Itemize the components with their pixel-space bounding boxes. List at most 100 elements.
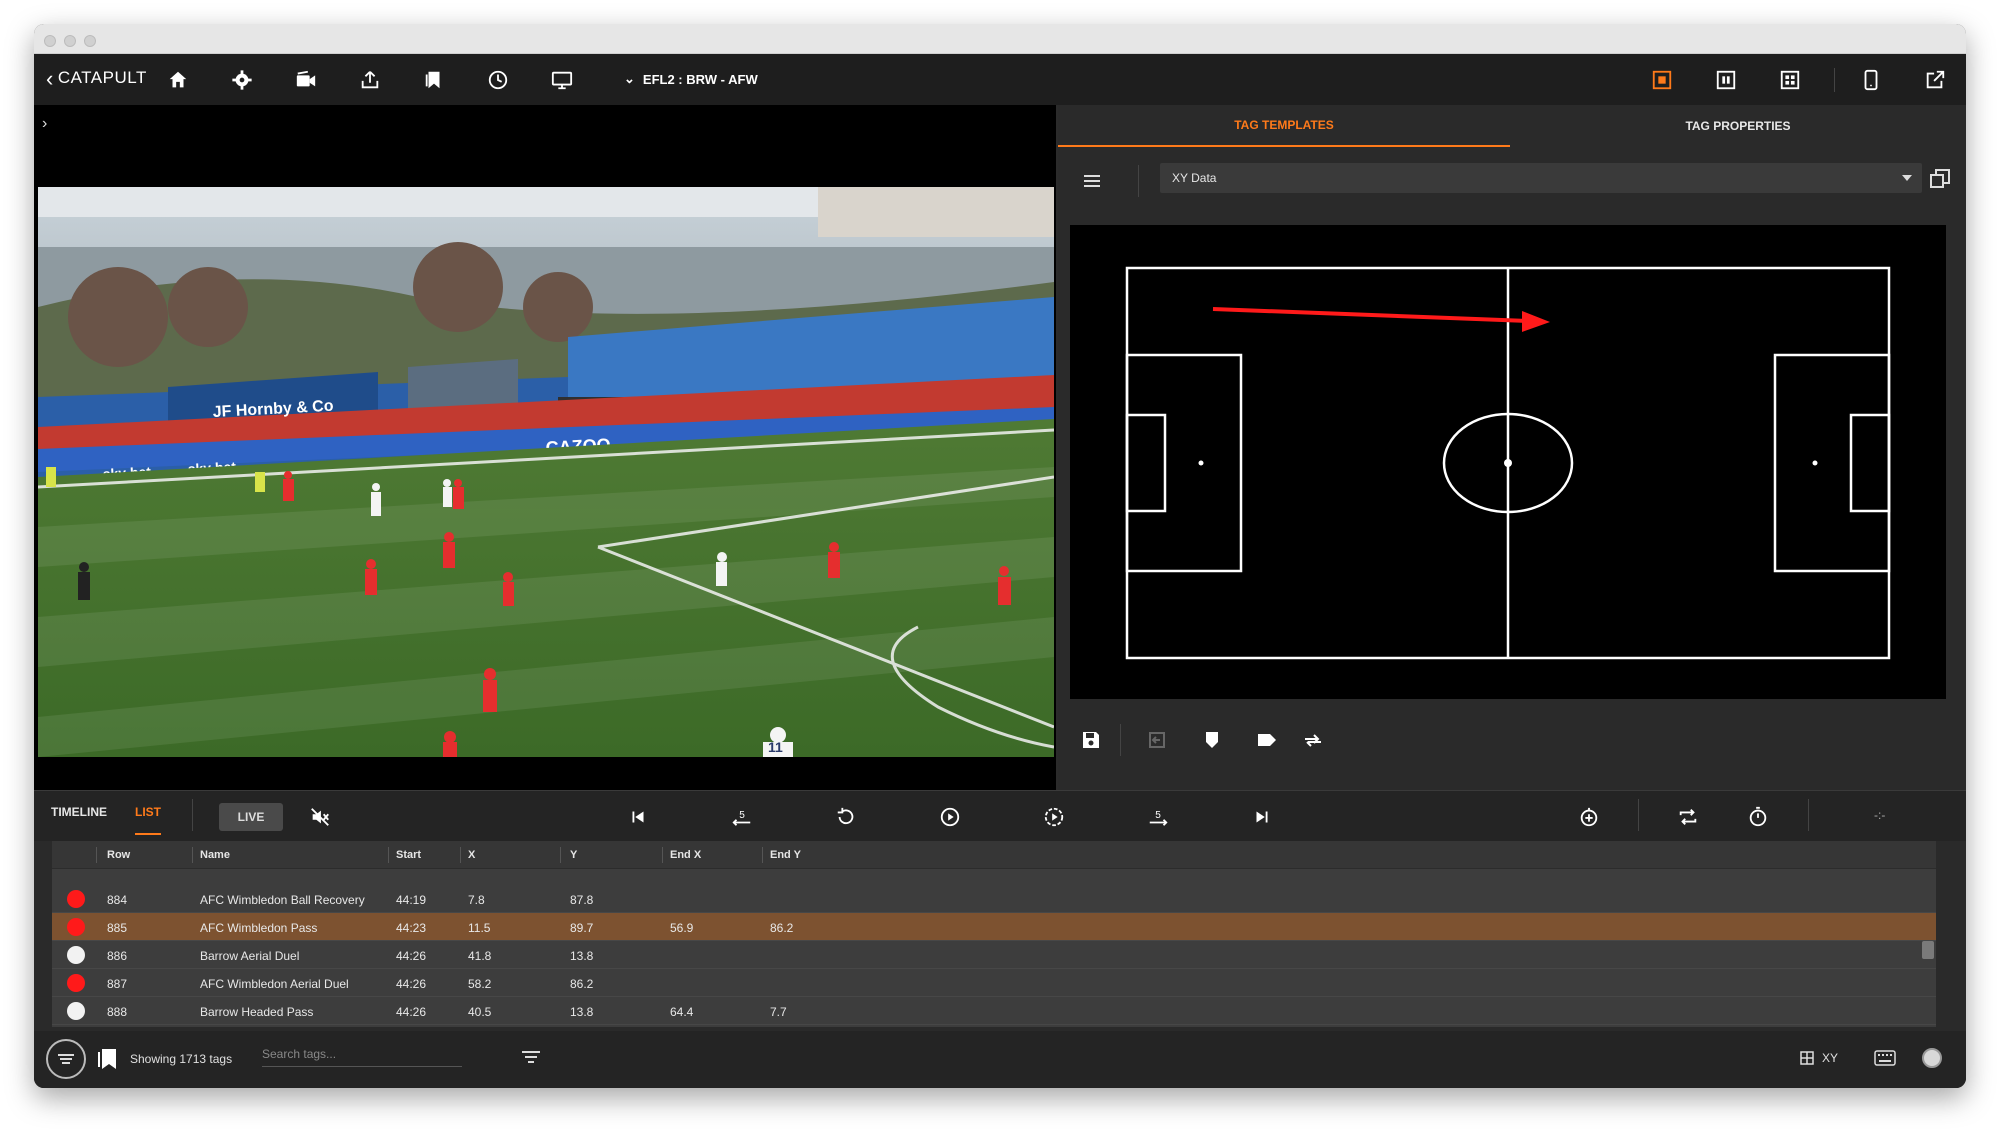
xy-toolbar: [1058, 720, 1966, 760]
tag-list-menu-button[interactable]: [46, 1039, 86, 1079]
match-selector[interactable]: ⌄ EFL2 : BRW - AFW: [624, 71, 758, 87]
cell-end-y: 7.7: [770, 1005, 787, 1019]
tag-list-panel: TIMELINE LIST LIVE 5 5 -:- Row Name Star…: [34, 790, 1966, 1088]
layout-grid-icon: [1780, 70, 1800, 90]
divider: [192, 799, 193, 831]
play-button[interactable]: [936, 803, 964, 831]
column-header-end-x[interactable]: End X: [670, 849, 701, 861]
close-window-button[interactable]: [44, 35, 56, 47]
divider: [1638, 799, 1639, 831]
tab-list[interactable]: LIST: [135, 805, 161, 835]
cell-end-x: 64.4: [670, 1005, 694, 1019]
menu-button[interactable]: [1080, 169, 1104, 193]
cell-y: 89.7: [570, 921, 594, 935]
bookmark-button[interactable]: [420, 66, 448, 94]
save-button[interactable]: [1077, 726, 1105, 754]
table-row[interactable]: 888 Barrow Headed Pass 44:26 40.5 13.8 6…: [52, 997, 1936, 1025]
column-header-start[interactable]: Start: [396, 849, 421, 861]
column-header-x[interactable]: X: [468, 849, 475, 861]
cell-start: 44:23: [396, 921, 427, 935]
bookmark-icon: [98, 1049, 116, 1069]
tag-panel: TAG TEMPLATES TAG PROPERTIES XY Data: [1058, 105, 1966, 790]
layout-grid-button[interactable]: [1776, 66, 1804, 94]
template-select[interactable]: XY Data: [1160, 163, 1922, 193]
table-row[interactable]: 886 Barrow Aerial Duel 44:26 41.8 13.8: [52, 941, 1936, 969]
cell-x: 7.8: [468, 893, 485, 907]
list-lines-icon: [58, 1054, 74, 1064]
column-header-name[interactable]: Name: [200, 849, 230, 861]
keyboard-button[interactable]: [1874, 1050, 1896, 1071]
cell-row: 884: [107, 893, 128, 907]
table-row[interactable]: 887 AFC Wimbledon Aerial Duel 44:26 58.2…: [52, 969, 1936, 997]
add-tag-button[interactable]: [1575, 803, 1603, 831]
skip-end-button[interactable]: [1248, 803, 1276, 831]
xy-pitch-canvas[interactable]: [1070, 225, 1946, 699]
filter-button[interactable]: [522, 1049, 540, 1070]
home-button[interactable]: [164, 66, 192, 94]
cell-start: 44:26: [396, 977, 427, 991]
replay-icon: [837, 807, 854, 825]
hamburger-menu-icon: [1084, 175, 1100, 187]
column-header-y[interactable]: Y: [570, 849, 577, 861]
popout-window-icon: [1930, 169, 1950, 188]
popout-button[interactable]: [1926, 165, 1954, 193]
rewind-5-button[interactable]: 5: [728, 803, 756, 831]
column-divider: [762, 847, 763, 863]
minimize-window-button[interactable]: [64, 35, 76, 47]
layout-split-button[interactable]: [1712, 66, 1740, 94]
mute-button[interactable]: [306, 803, 334, 831]
timer-button[interactable]: [1744, 803, 1772, 831]
import-button[interactable]: [1143, 726, 1171, 754]
cell-row: 886: [107, 949, 128, 963]
layout-single-icon: [1652, 70, 1672, 90]
settings-button[interactable]: [228, 66, 256, 94]
history-button[interactable]: [484, 66, 512, 94]
swap-direction-button[interactable]: [1299, 726, 1327, 754]
external-link-icon: [1926, 70, 1945, 89]
live-button[interactable]: LIVE: [219, 803, 283, 831]
column-divider: [460, 847, 461, 863]
cell-y: 13.8: [570, 1005, 594, 1019]
tag-label-button[interactable]: [1253, 726, 1281, 754]
cell-row: 888: [107, 1005, 128, 1019]
column-header-end-y[interactable]: End Y: [770, 849, 801, 861]
status-indicator-icon[interactable]: [1922, 1048, 1942, 1068]
zoom-window-button[interactable]: [84, 35, 96, 47]
expand-panel-chevron-icon[interactable]: ›: [42, 115, 47, 133]
external-link-button[interactable]: [1921, 66, 1949, 94]
home-icon: [169, 71, 187, 88]
play-step-icon: [1044, 807, 1064, 827]
column-header-row[interactable]: Row: [107, 849, 130, 861]
swap-arrows-icon: [1305, 734, 1321, 747]
tab-tag-templates[interactable]: TAG TEMPLATES: [1058, 105, 1510, 147]
cell-x: 11.5: [468, 921, 491, 935]
search-tags-input[interactable]: [262, 1041, 462, 1067]
table-row[interactable]: 884 AFC Wimbledon Ball Recovery 44:19 7.…: [52, 885, 1936, 913]
shield-button[interactable]: [1198, 726, 1226, 754]
table-scrollbar[interactable]: [1922, 941, 1934, 959]
match-video-frame: JF Hornby & Co sky bet sky bet CAZOO: [38, 187, 1054, 757]
bookmark-filter-button[interactable]: [98, 1047, 118, 1076]
column-divider: [662, 847, 663, 863]
camera-button[interactable]: [292, 66, 320, 94]
tab-tag-properties[interactable]: TAG PROPERTIES: [1510, 105, 1966, 147]
cell-row: 885: [107, 921, 128, 935]
table-row-selected[interactable]: 885 AFC Wimbledon Pass 44:23 11.5 89.7 5…: [52, 913, 1936, 941]
tablet-button[interactable]: [1857, 66, 1885, 94]
skip-start-icon: [632, 811, 644, 823]
app-logo[interactable]: ‹ CATAPULT: [46, 67, 147, 89]
main-toolbar: ‹ CATAPULT ⌄ EFL2 : BRW - AFW: [34, 54, 1966, 105]
forward-5-button[interactable]: 5: [1144, 803, 1172, 831]
skip-start-button[interactable]: [624, 803, 652, 831]
tab-timeline[interactable]: TIMELINE: [51, 805, 107, 819]
play-step-button[interactable]: [1040, 803, 1068, 831]
share-button[interactable]: [356, 66, 384, 94]
template-row: XY Data: [1058, 161, 1966, 201]
toolbar-divider: [1834, 68, 1835, 92]
layout-single-button[interactable]: [1648, 66, 1676, 94]
video-player[interactable]: JF Hornby & Co sky bet sky bet CAZOO: [38, 187, 1054, 757]
replay-button[interactable]: [832, 803, 860, 831]
monitor-button[interactable]: [548, 66, 576, 94]
loop-button[interactable]: [1674, 803, 1702, 831]
xy-mode-toggle[interactable]: XY: [1800, 1051, 1838, 1065]
